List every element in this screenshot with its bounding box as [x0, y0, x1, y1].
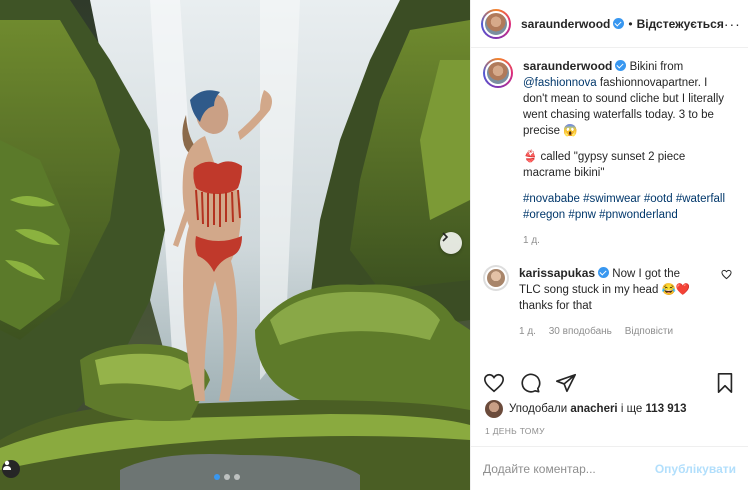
comment-icon: [521, 373, 541, 393]
user-tag-icon: [3, 460, 11, 470]
comment-likes[interactable]: 30 вподобань: [549, 326, 612, 337]
liker-avatar[interactable]: [485, 400, 503, 418]
like-button[interactable]: [483, 372, 505, 394]
carousel-dot: [234, 474, 240, 480]
author-username[interactable]: saraunderwood: [521, 17, 610, 31]
caption-intro: Bikini from: [629, 61, 684, 73]
user-tag-button[interactable]: [2, 460, 20, 478]
save-button[interactable]: [714, 372, 736, 394]
likes-prefix: Уподобали: [509, 403, 568, 415]
hashtag-link[interactable]: #swimwear: [583, 193, 641, 205]
post-side-panel: saraunderwood • Відстежується ··· saraun…: [470, 0, 748, 490]
next-slide-button[interactable]: [440, 232, 462, 254]
hashtag-link[interactable]: #pnw: [568, 209, 596, 221]
verified-icon: [613, 18, 625, 29]
action-bar: [471, 370, 748, 396]
carousel-dot: [224, 474, 230, 480]
comment-meta: 1 д. 30 вподобань Відповісти: [519, 324, 699, 340]
hashtag-link[interactable]: #novababe: [523, 193, 580, 205]
hashtag-link[interactable]: #pnwonderland: [599, 209, 678, 221]
hashtag-link[interactable]: #waterfall: [676, 193, 725, 205]
publish-button[interactable]: Опублікувати: [655, 462, 736, 476]
carousel-indicator: [214, 474, 240, 480]
comment-item: karissapukas Now I got the TLC song stuc…: [483, 265, 736, 340]
caption-time[interactable]: 1 д.: [523, 233, 733, 249]
likes-suffix: і ще: [620, 403, 643, 415]
post-image: [0, 0, 470, 490]
post-header: saraunderwood • Відстежується ···: [471, 0, 748, 48]
comment-body: karissapukas Now I got the TLC song stuc…: [519, 265, 699, 340]
comment-time[interactable]: 1 д.: [519, 326, 536, 337]
comment-input[interactable]: [483, 461, 655, 476]
verified-icon: [598, 267, 610, 278]
following-button[interactable]: Відстежується: [637, 17, 724, 31]
author-info: saraunderwood • Відстежується: [521, 17, 724, 31]
add-comment-bar: Опублікувати: [471, 446, 748, 490]
comment-button[interactable]: [519, 372, 541, 394]
chevron-right-icon: [442, 232, 449, 242]
likes-count[interactable]: 113 913: [646, 403, 687, 415]
carousel-dot: [214, 474, 220, 480]
commenter-username[interactable]: karissapukas: [519, 266, 595, 280]
post-photo[interactable]: [0, 0, 470, 490]
comments-section: saraunderwood Bikini from @fashionnova f…: [471, 58, 748, 360]
commenter-avatar[interactable]: [483, 265, 509, 291]
hashtag-link[interactable]: #ootd: [644, 193, 673, 205]
reply-button[interactable]: Відповісти: [625, 326, 673, 337]
verified-icon: [615, 60, 627, 71]
more-options-icon[interactable]: ···: [724, 16, 741, 32]
author-avatar[interactable]: [481, 8, 511, 39]
post-date[interactable]: 1 ДЕНЬ ТОМУ: [485, 426, 545, 436]
heart-icon: [484, 373, 504, 393]
likes-summary: Уподобали anacheri і ще 113 913: [485, 400, 738, 418]
liker-username[interactable]: anacheri: [570, 403, 617, 415]
share-icon: [556, 373, 576, 393]
mention-link[interactable]: @fashionnova: [523, 77, 597, 89]
separator-dot: •: [628, 16, 633, 31]
comment-heart-icon[interactable]: [721, 269, 732, 280]
caption-bikini-line: 👙 called "gypsy sunset 2 piece macrame b…: [523, 151, 686, 179]
hashtag-link[interactable]: #oregon: [523, 209, 565, 221]
likes-text: Уподобали anacheri і ще 113 913: [509, 403, 686, 415]
hashtag-list: #novababe #swimwear #ootd #waterfall #or…: [523, 191, 733, 223]
caption: saraunderwood Bikini from @fashionnova f…: [483, 58, 736, 249]
caption-author-avatar[interactable]: [483, 58, 513, 88]
caption-username[interactable]: saraunderwood: [523, 59, 612, 73]
caption-text: saraunderwood Bikini from @fashionnova f…: [523, 58, 733, 249]
bookmark-icon: [717, 373, 733, 393]
share-button[interactable]: [555, 372, 577, 394]
